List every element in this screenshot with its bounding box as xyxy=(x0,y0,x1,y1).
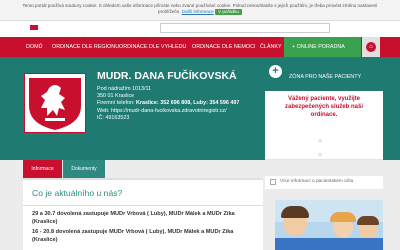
person-illustration xyxy=(281,206,309,218)
home-button[interactable]: ⌂ xyxy=(362,37,380,57)
web-label: Web: xyxy=(97,107,110,114)
search-input[interactable] xyxy=(160,23,330,33)
phone-row: Firemní telefon: Kraslice: 352 696 808, … xyxy=(97,100,265,107)
promo-image[interactable] xyxy=(275,200,383,250)
nav-item-search[interactable]: ORDINACE DLE VYHLEDU xyxy=(119,37,186,57)
patient-zone-body: Vážený paciente, využijte zabezpečených … xyxy=(265,91,383,160)
doctor-name: MUDR. DANA FUČÍKOVSKÁ xyxy=(97,70,237,82)
ico-row: IČ: 49163523 xyxy=(97,115,265,122)
divider xyxy=(23,205,263,206)
notice-item: 16 - 20.8 dovolená zastupuje MUDr Vrbová… xyxy=(32,229,234,243)
person-illustration xyxy=(330,212,356,222)
ico-label: IČ: xyxy=(97,114,104,121)
news-heading: Co je aktuálního u nás? xyxy=(32,188,123,198)
home-icon: ⌂ xyxy=(366,42,376,52)
main-nav: DOMŮ ORDINACE DLE REGIONU ORDINACE DLE V… xyxy=(0,37,400,57)
patient-account-info-link[interactable]: Více informací o pacientském účtu xyxy=(265,176,383,189)
patient-zone-header: + ZÓNA PRO NAŠE PACIENTY xyxy=(265,61,383,91)
address-line: Pod nádražím 1013/11 xyxy=(97,86,152,92)
cookie-text-end: prohlížeče. xyxy=(158,9,181,14)
phone-values[interactable]: Kraslice: 352 696 808, Luby: 354 596 497 xyxy=(136,100,239,106)
patient-zone-title: ZÓNA PRO NAŠE PACIENTY xyxy=(289,74,362,80)
nav-item-disease[interactable]: ORDINACE DLE NEMOCI xyxy=(192,37,256,57)
czech-coat-of-arms-icon xyxy=(29,78,81,130)
cookie-ok-button[interactable]: V pořádku xyxy=(215,9,242,15)
city-line: 350 01 Kraslice xyxy=(97,93,135,100)
web-row: Web: https://mudr-dana-fucikovska.zdravo… xyxy=(97,108,265,115)
nav-item-region[interactable]: ORDINACE DLE REGIONU xyxy=(52,37,119,57)
loading-icon: ⁘ xyxy=(317,153,323,159)
profile-info: Pod nádražím 1013/11 350 01 Kraslice Fir… xyxy=(97,86,265,122)
cookie-bar: Tento portál používá soubory cookie. S o… xyxy=(0,0,400,21)
web-link[interactable]: https://mudr-dana-fucikovska.zdravotnire… xyxy=(111,108,227,114)
person-illustration xyxy=(357,216,379,225)
tab-documents[interactable]: Dokumenty xyxy=(63,160,105,178)
nav-item-home[interactable]: DOMŮ xyxy=(26,37,42,57)
loading-icon: ⁘ xyxy=(317,139,323,145)
practice-emblem xyxy=(24,73,86,133)
cookie-more-info-link[interactable]: Další informace xyxy=(182,9,214,14)
news-card: Co je aktuálního u nás? 29 a 30.7 dovole… xyxy=(23,178,263,250)
checkbox-icon xyxy=(270,179,276,185)
logo[interactable] xyxy=(30,25,38,30)
nav-item-articles[interactable]: ČLÁNKY xyxy=(260,37,282,57)
notice-item: 29 a 30.7 dovolená zastupuje MUDr Vrbová… xyxy=(32,211,235,225)
cookie-text: Tento portál používá soubory cookie. S o… xyxy=(22,3,378,8)
tab-information[interactable]: Informace xyxy=(23,160,62,178)
medical-cross-icon: + xyxy=(269,65,282,78)
clothing-illustration xyxy=(275,238,383,250)
online-consult-button[interactable]: + ONLINE PORADNA xyxy=(284,37,361,57)
ico-value: 49163523 xyxy=(105,114,130,121)
patient-zone-message: Vážený paciente, využijte zabezpečených … xyxy=(284,96,364,118)
site-header xyxy=(0,21,400,37)
phone-label: Firemní telefon: xyxy=(97,100,135,107)
patient-account-info-text: Více informací o pacientském účtu xyxy=(280,179,354,184)
